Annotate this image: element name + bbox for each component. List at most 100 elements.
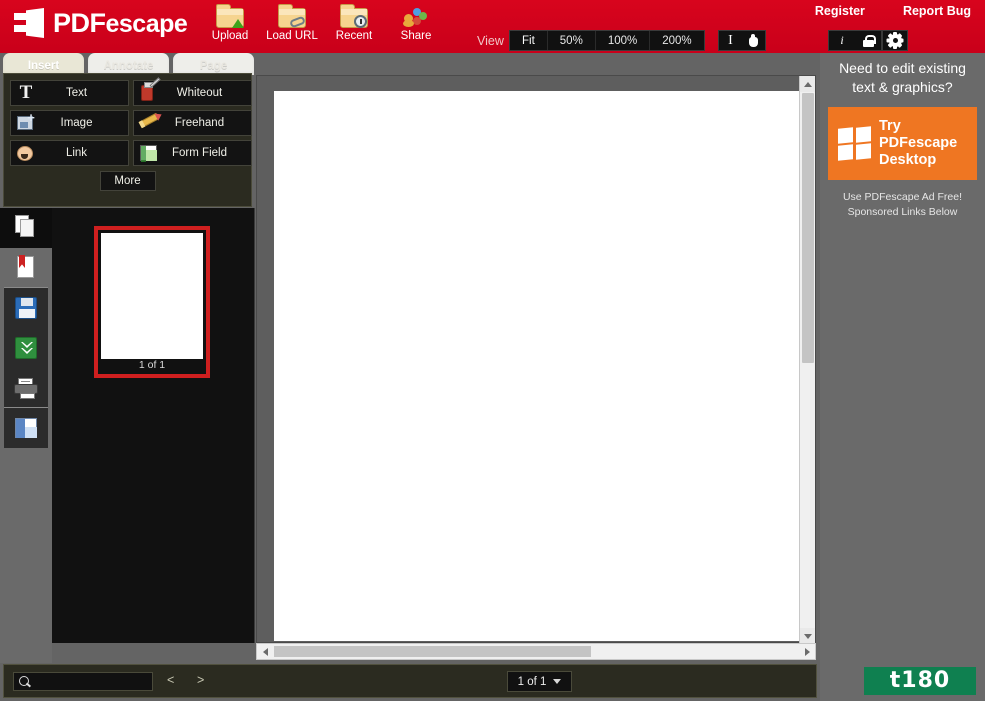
ad-headline: Need to edit existing text & graphics? (839, 60, 966, 95)
sidebar-item-download[interactable] (0, 328, 52, 368)
document-security-button[interactable] (855, 31, 881, 50)
info-icon: i (840, 33, 844, 47)
scroll-right-button[interactable] (799, 644, 815, 659)
search-box[interactable] (13, 672, 176, 691)
ad-note-line1: Use PDFescape Ad Free! (842, 191, 963, 203)
chevron-left-icon (262, 647, 268, 656)
vertical-scroll-thumb[interactable] (802, 93, 814, 363)
tool-grid: T Text Whiteout + Image Freehand Link Fo… (10, 77, 252, 166)
horizontal-scroll-thumb[interactable] (274, 646, 591, 657)
search-input[interactable] (34, 675, 176, 688)
try-desktop-ad-button[interactable]: Try PDFescape Desktop (828, 107, 977, 180)
print-icon (14, 377, 38, 399)
brand-logo[interactable]: PDFescape (14, 7, 188, 38)
page-indicator-label: 1 of 1 (517, 675, 547, 688)
load-url-label: Load URL (266, 30, 318, 42)
tool-text[interactable]: T Text (10, 80, 129, 106)
settings-button[interactable] (882, 30, 908, 51)
load-url-button[interactable]: Load URL (262, 3, 322, 42)
tool-link-label: Link (65, 147, 88, 159)
more-tools-button[interactable]: More (99, 171, 156, 191)
whiteout-tool-icon (136, 77, 162, 104)
search-prev-button[interactable]: < (167, 673, 174, 687)
document-info-button[interactable]: i (829, 31, 855, 50)
zoom-200-button[interactable]: 200% (650, 31, 703, 50)
sidebar-item-pages[interactable] (0, 208, 52, 248)
sidebar-item-save[interactable] (0, 288, 52, 328)
chevron-up-icon (803, 81, 812, 87)
ad-cta-line3: Desktop (879, 152, 937, 168)
folder-link-icon (277, 4, 307, 29)
share-label: Share (400, 30, 432, 42)
register-link[interactable]: Register (815, 4, 865, 18)
sidebar-item-window[interactable] (0, 408, 52, 448)
document-utilities: i (828, 30, 882, 51)
cursor-tools: I (718, 30, 766, 51)
document-viewer[interactable] (256, 75, 816, 644)
brand-title: PDFescape (53, 7, 188, 38)
hand-icon (747, 33, 760, 48)
viewer-horizontal-scrollbar[interactable] (256, 643, 816, 660)
recent-label: Recent (335, 30, 373, 42)
sidebar-item-bookmarks[interactable] (0, 248, 52, 288)
report-bug-link[interactable]: Report Bug (903, 4, 971, 18)
thumbnail-pane: 1 of 1 (52, 208, 255, 643)
freehand-pencil-icon (136, 112, 162, 134)
zoom-controls: Fit 50% 100% 200% (509, 30, 705, 51)
ad-note: Use PDFescape Ad Free! Sponsored Links B… (820, 190, 985, 220)
brand-escape-text: escape (105, 9, 188, 38)
scroll-left-button[interactable] (257, 644, 273, 659)
viewer-vertical-scrollbar[interactable] (799, 76, 815, 644)
tool-whiteout[interactable]: Whiteout (133, 77, 252, 106)
bottom-bar: < > 1 of 1 (3, 664, 817, 698)
thumbnail-page-1[interactable]: 1 of 1 (94, 226, 210, 378)
tool-image[interactable]: + Image (10, 110, 129, 136)
tool-freehand-label: Freehand (174, 117, 225, 129)
rail-divider-1 (4, 287, 48, 288)
lock-icon (862, 34, 876, 47)
sidebar-rail (0, 208, 52, 663)
tab-annotate[interactable]: Annotate (88, 53, 169, 75)
zoom-100-button[interactable]: 100% (596, 31, 651, 50)
pdf-page-canvas[interactable] (274, 91, 799, 641)
chevron-down-icon (553, 679, 562, 684)
ad-cta-line1: Try (879, 118, 901, 134)
upload-button[interactable]: Upload (200, 3, 260, 42)
brand-pdf-text: PDF (53, 7, 106, 38)
search-icon (14, 673, 34, 690)
text-cursor-icon: I (728, 32, 733, 48)
download-green-icon (15, 337, 37, 359)
chevron-down-icon (803, 633, 812, 639)
tool-form-field[interactable]: Form Field (133, 140, 252, 166)
thumbnail-caption: 1 of 1 (138, 359, 166, 371)
pages-icon (15, 215, 37, 241)
scroll-up-button[interactable] (800, 76, 815, 92)
tool-link[interactable]: Link (10, 140, 129, 166)
text-select-tool-button[interactable]: I (719, 31, 742, 50)
ad-cta-text: Try PDFescape Desktop (879, 118, 957, 169)
folder-clock-icon (339, 4, 369, 29)
tab-page[interactable]: Page (173, 53, 254, 75)
sidebar-item-print[interactable] (0, 368, 52, 408)
save-floppy-icon (15, 297, 37, 319)
share-button[interactable]: Share (386, 3, 446, 42)
recent-button[interactable]: Recent (324, 3, 384, 42)
tool-freehand[interactable]: Freehand (133, 110, 252, 136)
zoom-50-button[interactable]: 50% (548, 31, 596, 50)
app-header: PDFescape Upload Load URL Recent Share V… (0, 0, 985, 53)
file-actions: Upload Load URL Recent Share (200, 3, 446, 42)
thumbnail-page-image (101, 233, 203, 359)
chevron-right-icon (804, 647, 810, 656)
pan-hand-tool-button[interactable] (742, 31, 765, 50)
tab-insert[interactable]: Insert (3, 53, 84, 75)
more-row: More (10, 171, 245, 191)
share-people-icon (401, 4, 431, 29)
page-selector[interactable]: 1 of 1 (507, 671, 572, 692)
tool-whiteout-label: Whiteout (176, 87, 223, 99)
tool-panel: Insert Annotate Page T Text Whiteout + I… (0, 53, 255, 208)
tool-text-label: Text (65, 87, 88, 99)
image-tool-icon: + (13, 111, 39, 134)
search-next-button[interactable]: > (197, 673, 204, 687)
scroll-down-button[interactable] (800, 628, 815, 644)
zoom-fit-button[interactable]: Fit (510, 31, 548, 50)
